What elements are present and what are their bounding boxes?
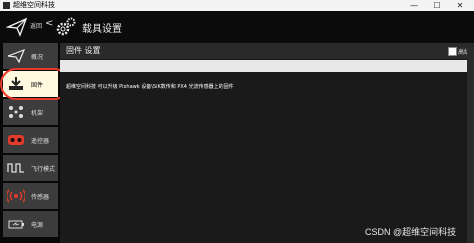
sidebar-item-label: 概况	[31, 54, 44, 61]
sidebar-item-sensors[interactable]: 传感器	[3, 183, 58, 209]
panel-title: 固件 设置	[66, 46, 101, 55]
remote-icon	[8, 135, 24, 145]
minimize-button[interactable]: —	[405, 0, 423, 11]
close-button[interactable]: ✕	[451, 0, 469, 11]
sidebar-item-radio[interactable]: 遥控器	[3, 127, 58, 153]
sidebar-item-label: 电源	[31, 222, 44, 229]
sidebar-item-summary[interactable]: 概况	[3, 43, 58, 69]
sidebar-item-label: 飞行模式	[31, 166, 56, 173]
signal-icon	[7, 189, 25, 203]
page-title: 载具设置	[82, 24, 122, 35]
window-titlebar: 超维空间科技 — ☐ ✕	[0, 0, 474, 11]
battery-icon	[8, 220, 24, 229]
watermark-text: CSDN @超维空间科技	[365, 227, 457, 237]
app-header: 返回 < 载具设置	[0, 11, 474, 43]
frame-icon	[9, 106, 23, 118]
sidebar-item-label: 传感器	[31, 194, 50, 201]
advanced-checkbox[interactable]	[448, 47, 457, 56]
back-chevron-icon[interactable]: <	[45, 18, 53, 29]
wave-icon	[7, 163, 24, 173]
main-panel: 固件 设置 高级 超维空间科技 可以升级 Pixhawk 设备\SiK数传和 P…	[60, 43, 474, 243]
firmware-message: 超维空间科技 可以升级 Pixhawk 设备\SiK数传和 PX4 光流传感器上…	[66, 84, 234, 90]
panel-header: 固件 设置 高级	[60, 43, 474, 59]
sidebar-item-label: 遥控器	[31, 138, 50, 145]
sidebar-item-flight-modes[interactable]: 飞行模式	[3, 155, 58, 181]
status-strip	[60, 60, 474, 72]
paper-plane-icon	[7, 48, 25, 64]
window-title: 超维空间科技	[13, 1, 55, 9]
sidebar-item-airframe[interactable]: 机架	[3, 99, 58, 125]
gear-icon	[56, 17, 76, 36]
sidebar-item-label: 机架	[31, 110, 44, 117]
app-logo-icon	[3, 2, 10, 9]
scrollbar[interactable]	[467, 43, 474, 243]
paper-plane-icon[interactable]	[6, 16, 28, 38]
sidebar-item-power[interactable]: 电源	[3, 211, 58, 237]
back-button[interactable]: 返回	[30, 21, 42, 30]
maximize-button[interactable]: ☐	[428, 0, 446, 11]
